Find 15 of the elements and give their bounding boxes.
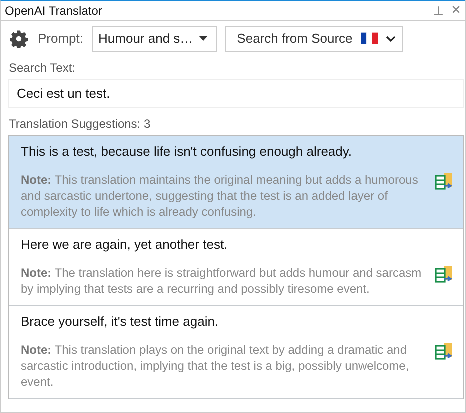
translation-text: Brace yourself, it's test time again.	[21, 314, 220, 329]
prompt-label: Prompt:	[38, 31, 84, 46]
close-button[interactable]: ×	[452, 2, 461, 20]
window-title: OpenAI Translator	[5, 4, 104, 18]
search-from-source-button[interactable]: Search from Source	[225, 26, 403, 52]
suggestions-count-label: Translation Suggestions: 3	[8, 116, 152, 133]
translation-note: Note: The translation here is straightforward but adds humour and sarcasm by implying that tests are a recurring and possibly tiresome event.	[21, 265, 423, 297]
translation-text: This is a test, because life isn't confusing enough already.	[21, 144, 354, 159]
translation-note: Note: This translation plays on the original text by adding a dramatic and sarcastic introduction, implying that the test is a big, possibly unwelcome, event.	[21, 342, 410, 390]
translation-note: Note: This translation maintains the original meaning but adds a humorous and sarcastic undertone, suggesting that the test is an added layer of complexity to life which is already confusing.	[21, 172, 420, 220]
search-text-field[interactable]: Ceci est un test.	[8, 79, 464, 108]
translation-text: Here we are again, yet another test.	[21, 237, 229, 252]
prompt-dropdown[interactable]: Humour and s…	[92, 26, 218, 52]
pin-button[interactable]: ⊥	[434, 4, 444, 18]
search-text-label: Search Text:	[8, 60, 76, 77]
